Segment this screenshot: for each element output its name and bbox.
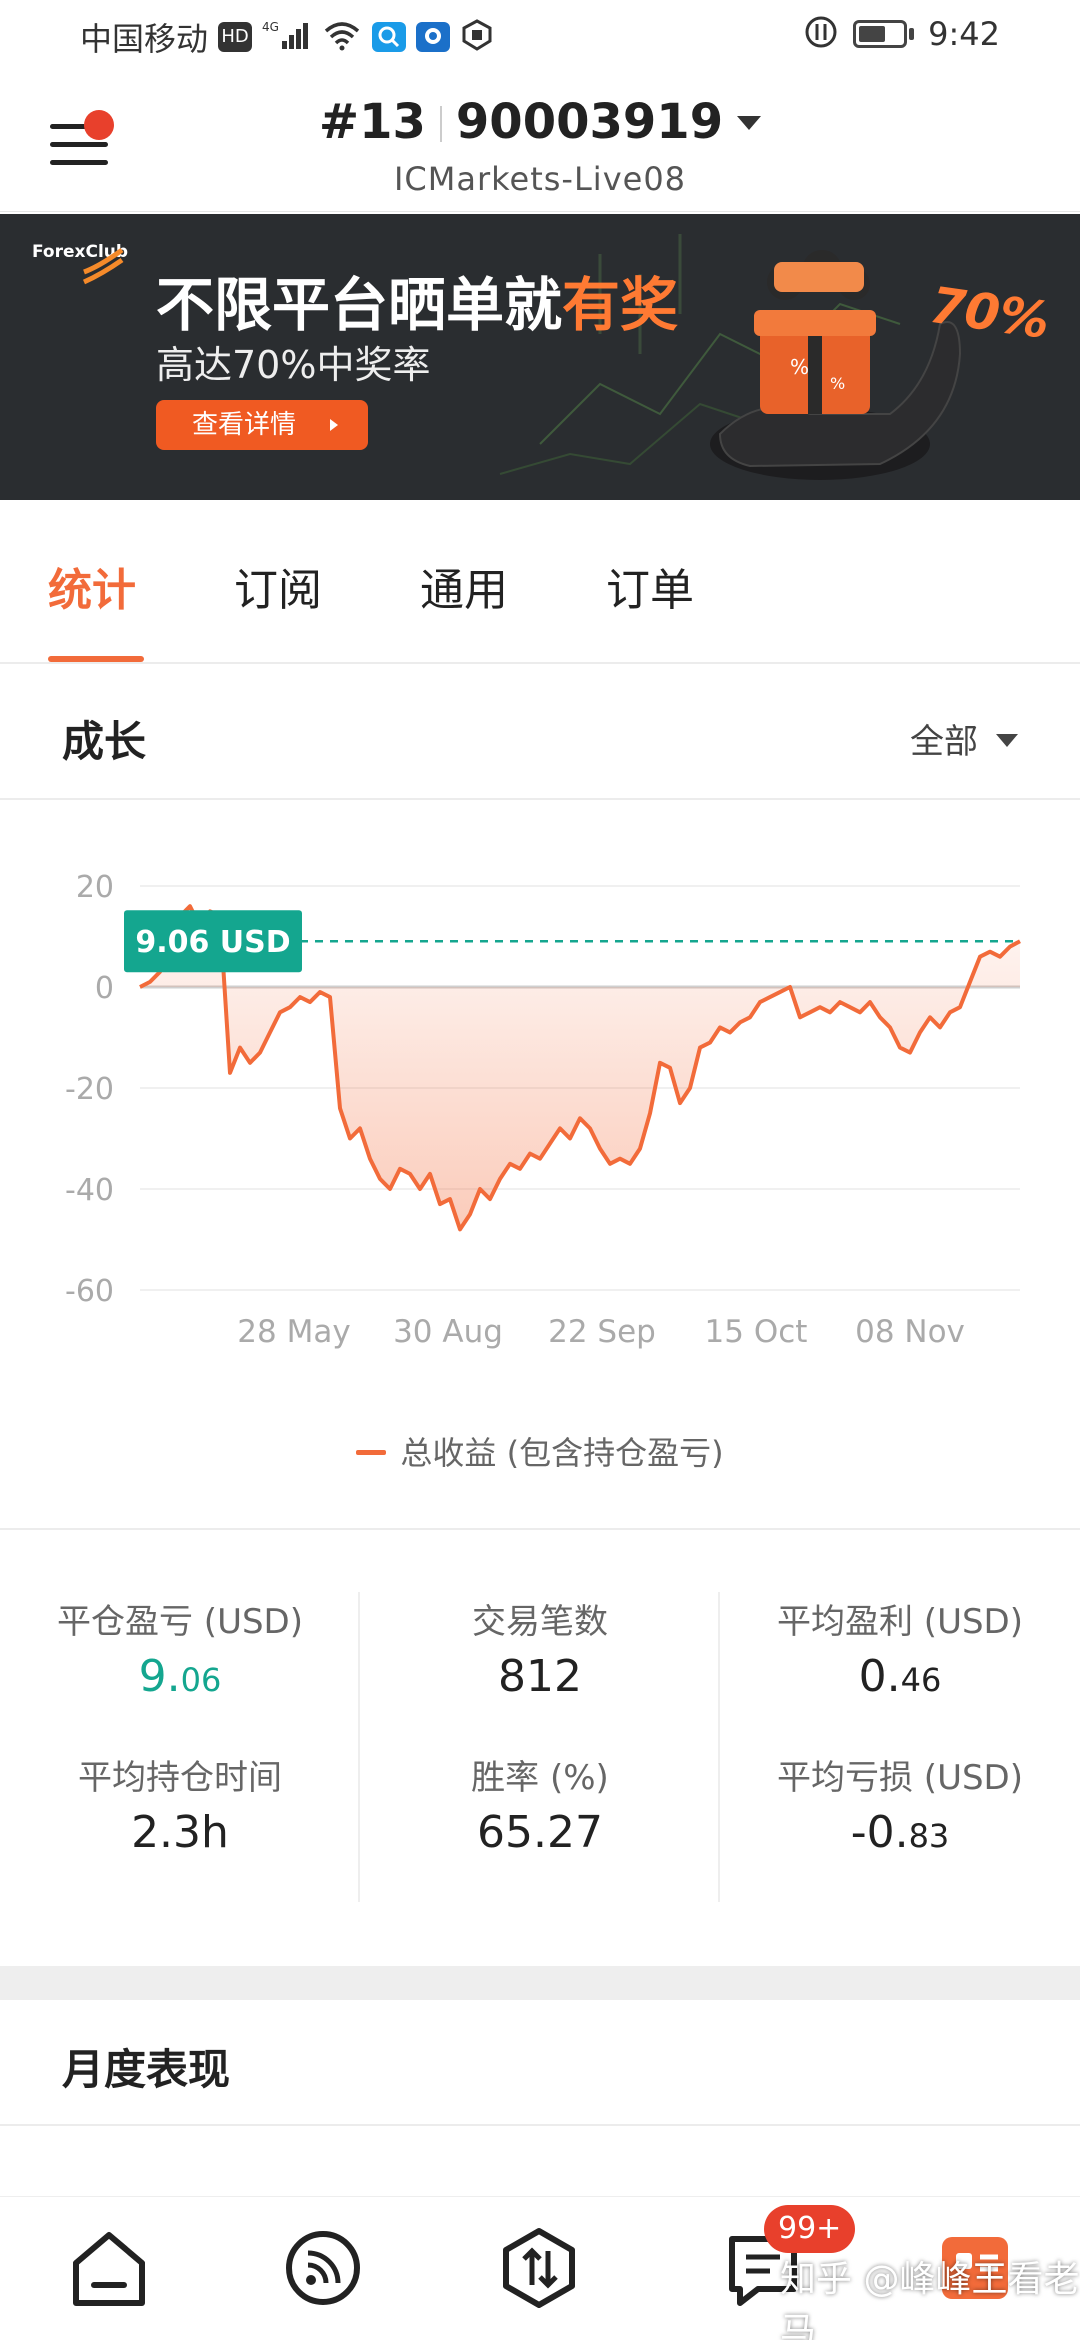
stat-trade-count: 交易笔数 812 xyxy=(360,1594,720,1702)
growth-chart-svg: 20 0 -20 -40 -60 28 May 30 Aug 22 Sep 15 Oct 08 N… xyxy=(65,870,1021,1350)
trade-icon xyxy=(503,2228,575,2308)
wifi-icon xyxy=(322,19,362,55)
active-tab-indicator xyxy=(48,656,144,662)
x-tick-label: 08 Nov xyxy=(855,1314,965,1350)
stat-value: 0.46 xyxy=(720,1651,1080,1702)
current-value-label: 9.06 USD xyxy=(135,925,290,960)
growth-title: 成长 xyxy=(62,717,147,766)
nav-home[interactable] xyxy=(64,2223,154,2313)
view-details-button[interactable]: 查看详情 xyxy=(156,400,368,450)
section-gap xyxy=(0,1966,1080,2000)
tab-bar: 统计 订阅 通用 订单 xyxy=(0,500,1080,664)
svg-text:%: % xyxy=(790,355,809,379)
gift-hand-illustration: % % xyxy=(710,250,962,480)
tab-general[interactable]: 通用 xyxy=(420,554,508,618)
carrier-name: 中国移动 xyxy=(80,20,209,58)
battery-icon xyxy=(853,20,908,48)
app-notification-icon xyxy=(416,22,451,52)
view-details-label: 查看详情 xyxy=(192,410,297,440)
monthly-title: 月度表现 xyxy=(62,2045,231,2094)
y-tick-label: -20 xyxy=(65,1072,114,1107)
stat-label: 平仓盈亏 (USD) xyxy=(57,1602,303,1642)
y-tick-label: -60 xyxy=(65,1274,114,1309)
stat-value: -0.83 xyxy=(720,1807,1080,1858)
battery-cap xyxy=(909,28,915,40)
y-tick-label: -40 xyxy=(65,1173,114,1208)
stat-label: 交易笔数 xyxy=(472,1602,608,1642)
stat-value-dec: 46 xyxy=(900,1661,942,1699)
search-app-icon xyxy=(372,22,407,52)
legend-label: 总收益 (包含持仓盈亏) xyxy=(400,1434,724,1472)
nav-trade[interactable] xyxy=(494,2223,584,2313)
banner-subtitle: 高达70%中奖率 xyxy=(156,343,431,387)
stat-value: 2.3h xyxy=(131,1807,229,1858)
signal-icon: 4G xyxy=(262,19,312,55)
chart-legend: 总收益 (包含持仓盈亏) xyxy=(0,1428,1080,1474)
stat-value-int: 0. xyxy=(858,1651,901,1702)
stat-value-dec: 83 xyxy=(908,1817,950,1855)
feed-icon xyxy=(286,2231,360,2305)
title-separator xyxy=(439,106,442,142)
x-tick-label: 15 Oct xyxy=(705,1314,808,1350)
stat-value: 812 xyxy=(498,1651,582,1702)
chevron-down-icon xyxy=(737,116,762,130)
status-bar: 中国移动 HD 4G 9:42 xyxy=(0,0,1080,72)
account-selector[interactable]: #13 90003919 xyxy=(0,94,1080,150)
home-icon xyxy=(73,2232,145,2306)
header: #13 90003919 ICMarkets-Live08 xyxy=(0,72,1080,212)
x-tick-label: 28 May xyxy=(237,1314,350,1350)
status-left: 中国移动 HD 4G xyxy=(80,14,494,60)
y-tick-label: 0 xyxy=(95,971,114,1006)
stat-value: 65.27 xyxy=(477,1807,603,1858)
range-dropdown[interactable]: 全部 xyxy=(910,714,1018,763)
arrow-right-icon xyxy=(330,419,338,431)
stat-closed-pnl: 平仓盈亏 (USD) 9.06 xyxy=(0,1594,360,1702)
stat-label: 平均亏损 (USD) xyxy=(777,1758,1023,1798)
clock: 9:42 xyxy=(928,15,1000,53)
stat-label: 胜率 (%) xyxy=(471,1758,609,1798)
stat-avg-hold-time: 平均持仓时间 2.3h xyxy=(0,1750,360,1858)
account-id: 90003919 xyxy=(455,94,724,150)
stat-value-int: 9. xyxy=(138,1651,181,1702)
promo-banner[interactable]: ForexClub 不限平台晒单就有奖 高达70%中奖率 查看详情 % % 70… xyxy=(0,214,1080,500)
x-tick-label: 22 Sep xyxy=(548,1314,656,1350)
forexclub-logo-icon xyxy=(82,247,124,285)
shield-icon xyxy=(460,19,494,55)
stat-value-dec: 06 xyxy=(180,1661,222,1699)
chevron-down-icon xyxy=(996,734,1018,747)
account-number: #13 xyxy=(318,94,426,150)
stat-label: 平均持仓时间 xyxy=(78,1758,282,1798)
stat-label: 平均盈利 (USD) xyxy=(777,1602,1023,1642)
tab-orders[interactable]: 订单 xyxy=(606,554,694,618)
orders-badge: 99+ xyxy=(764,2205,856,2253)
nav-feed[interactable] xyxy=(278,2223,368,2313)
stat-win-rate: 胜率 (%) 65.27 xyxy=(360,1750,720,1858)
tab-subscriptions[interactable]: 订阅 xyxy=(234,554,322,618)
data-saver-icon xyxy=(803,14,839,54)
x-tick-label: 30 Aug xyxy=(393,1314,503,1350)
tab-statistics[interactable]: 统计 xyxy=(48,554,136,618)
stat-avg-profit: 平均盈利 (USD) 0.46 xyxy=(720,1594,1080,1702)
server-name: ICMarkets-Live08 xyxy=(393,160,687,198)
app-screen: 中国移动 HD 4G 9:42 #13 90003919 ICMarkets-L… xyxy=(0,0,1080,2340)
stat-avg-loss: 平均亏损 (USD) -0.83 xyxy=(720,1750,1080,1858)
network-type: 4G xyxy=(262,20,279,34)
growth-chart: 20 0 -20 -40 -60 28 May 30 Aug 22 Sep 15 Oct 08 N… xyxy=(0,800,1080,1530)
banner-title-main: 不限平台晒单就 xyxy=(156,271,563,339)
growth-section-header: 成长 全部 xyxy=(0,666,1080,800)
watermark: 知乎 @峰峰王看老马 xyxy=(780,2259,1080,2340)
monthly-section-header: 月度表现 xyxy=(0,2000,1080,2126)
svg-text:%: % xyxy=(830,374,845,393)
stats-grid: 平仓盈亏 (USD) 9.06 交易笔数 812 平均盈利 (USD) 0.46… xyxy=(0,1532,1080,1966)
status-right: 9:42 xyxy=(803,14,1000,54)
stat-value-int: -0. xyxy=(850,1807,909,1858)
range-value: 全部 xyxy=(910,722,978,762)
y-tick-label: 20 xyxy=(76,870,114,905)
stat-value: 9.06 xyxy=(0,1651,360,1702)
legend-swatch xyxy=(356,1450,387,1455)
hd-icon: HD xyxy=(218,22,253,52)
